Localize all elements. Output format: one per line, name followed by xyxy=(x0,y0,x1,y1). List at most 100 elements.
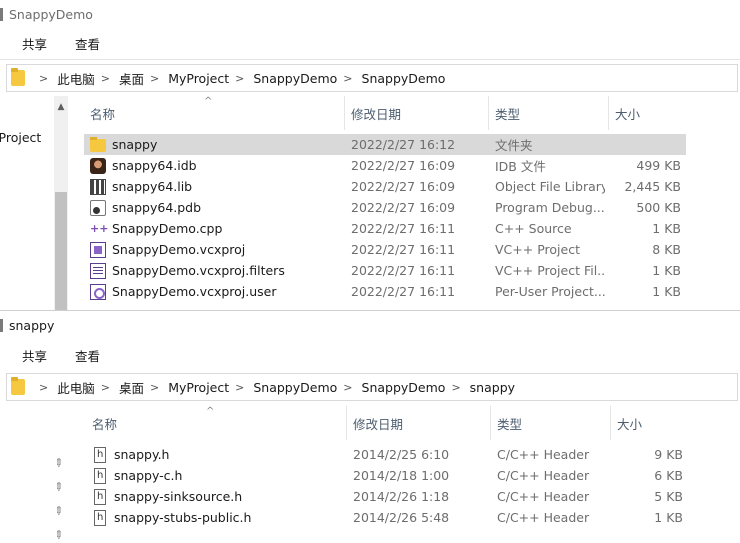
breadcrumb-item[interactable]: 此电脑 xyxy=(57,69,95,88)
breadcrumb-item[interactable]: MyProject xyxy=(168,380,229,395)
file-row[interactable]: snappy-c.h 2014/2/18 1:00 C/C++ Header 6 KB xyxy=(86,465,688,486)
file-row[interactable]: snappy.h 2014/2/25 6:10 C/C++ Header 9 KB xyxy=(86,444,688,465)
file-name: snappy-c.h xyxy=(114,468,183,483)
lib-file-icon xyxy=(90,178,106,195)
breadcrumb-item[interactable]: snappy xyxy=(470,380,515,395)
cpp-file-icon: ++ xyxy=(90,221,109,235)
file-name: snappy64.pdb xyxy=(112,200,202,215)
file-row[interactable]: SnappyDemo.vcxproj 2022/2/27 16:11 VC++ Pr… xyxy=(84,239,686,260)
ribbon-tab-share[interactable]: 共享 xyxy=(22,346,47,365)
file-row[interactable]: SnappyDemo.vcxproj.filters 2022/2/27 16:1… xyxy=(84,260,686,281)
file-date: 2014/2/18 1:00 xyxy=(353,468,450,483)
nav-scrollbar[interactable]: ▲ xyxy=(54,96,68,310)
file-row[interactable]: ++ SnappyDemo.cpp 2022/2/27 16:11 C++ Sourc… xyxy=(84,218,686,239)
file-size: 2,445 KB xyxy=(624,179,681,194)
column-size[interactable]: 大小 xyxy=(609,96,740,130)
ribbon-tab-share[interactable]: 共享 xyxy=(22,34,47,53)
file-name: snappy-sinksource.h xyxy=(114,489,243,504)
column-name-label: 名称 xyxy=(92,416,118,432)
column-date[interactable]: 修改日期 xyxy=(347,406,491,440)
file-type: C/C++ Header xyxy=(497,510,590,525)
pin-icon[interactable]: ✎ xyxy=(51,503,67,519)
chevron-right-icon[interactable]: > xyxy=(39,72,48,85)
file-date: 2022/2/27 16:11 xyxy=(351,263,456,278)
file-size: 1 KB xyxy=(652,221,681,236)
file-row[interactable]: snappy-sinksource.h 2014/2/26 1:18 C/C++ H… xyxy=(86,486,688,507)
column-name[interactable]: ^ 名称 xyxy=(86,406,347,440)
file-row[interactable]: snappy64.idb 2022/2/27 16:09 IDB 文件 499 KB xyxy=(84,155,686,176)
breadcrumb-item[interactable]: SnappyDemo xyxy=(362,71,446,86)
idb-file-icon xyxy=(90,157,106,174)
window-title: snappy xyxy=(9,317,55,333)
sort-up-icon: ^ xyxy=(204,96,213,107)
column-size-label: 大小 xyxy=(617,416,643,432)
breadcrumb-item[interactable]: SnappyDemo xyxy=(253,71,337,86)
pdb-file-icon xyxy=(90,199,106,216)
file-row[interactable]: snappy-stubs-public.h 2014/2/26 5:48 C/C++… xyxy=(86,507,688,528)
scroll-up-arrow-icon[interactable]: ▲ xyxy=(54,102,68,112)
scroll-thumb[interactable] xyxy=(55,192,67,310)
header-file-icon xyxy=(94,488,106,505)
header-file-icon xyxy=(94,467,106,484)
file-name: snappy.h xyxy=(114,447,170,462)
breadcrumb-item[interactable]: 此电脑 xyxy=(57,378,95,397)
chevron-right-icon[interactable]: > xyxy=(150,381,159,394)
chevron-right-icon[interactable]: > xyxy=(150,72,159,85)
file-size: 5 KB xyxy=(654,489,683,504)
pin-icon[interactable]: ✎ xyxy=(51,455,67,471)
title-bar: snappy xyxy=(0,311,740,339)
file-size: 1 KB xyxy=(654,510,683,525)
chevron-right-icon[interactable]: > xyxy=(235,72,244,85)
breadcrumb-item[interactable]: SnappyDemo xyxy=(362,380,446,395)
column-name[interactable]: ^ 名称 xyxy=(84,96,345,130)
breadcrumb-item[interactable]: MyProject xyxy=(168,71,229,86)
file-name: SnappyDemo.vcxproj.user xyxy=(112,284,277,299)
file-type: C/C++ Header xyxy=(497,489,590,504)
column-type[interactable]: 类型 xyxy=(491,406,611,440)
file-row[interactable]: snappy 2022/2/27 16:12 文件夹 xyxy=(84,134,686,155)
user-file-icon xyxy=(90,283,106,300)
breadcrumb-item[interactable]: 桌面 xyxy=(119,69,144,88)
column-header: ^ 名称 修改日期 类型 大小 xyxy=(84,96,740,130)
chevron-right-icon[interactable]: > xyxy=(101,72,110,85)
file-date: 2022/2/27 16:11 xyxy=(351,221,456,236)
address-bar[interactable]: > 此电脑 > 桌面 > MyProject > SnappyDemo > Sn… xyxy=(6,64,738,92)
chevron-right-icon[interactable]: > xyxy=(235,381,244,394)
breadcrumb-item[interactable]: SnappyDemo xyxy=(253,380,337,395)
file-row[interactable]: SnappyDemo.vcxproj.user 2022/2/27 16:11 Pe… xyxy=(84,281,686,302)
address-bar[interactable]: > 此电脑 > 桌面 > MyProject > SnappyDemo > Sn… xyxy=(6,373,738,401)
file-size: 1 KB xyxy=(652,263,681,278)
pin-icon[interactable]: ✎ xyxy=(51,479,67,495)
window-title: SnappyDemo xyxy=(9,6,93,22)
column-size[interactable]: 大小 xyxy=(611,406,740,440)
file-type: Per-User Project... xyxy=(495,284,605,299)
nav-item-project[interactable]: zProject xyxy=(0,130,41,145)
chevron-right-icon[interactable]: > xyxy=(343,381,352,394)
column-date[interactable]: 修改日期 xyxy=(345,96,489,130)
chevron-right-icon[interactable]: > xyxy=(101,381,110,394)
file-date: 2022/2/27 16:12 xyxy=(351,137,456,152)
breadcrumb-item[interactable]: 桌面 xyxy=(119,378,144,397)
app-icon xyxy=(0,7,3,21)
file-type: 文件夹 xyxy=(495,138,533,153)
column-date-label: 修改日期 xyxy=(351,106,402,122)
file-row[interactable]: snappy64.lib 2022/2/27 16:09 Object File L… xyxy=(84,176,686,197)
file-type: C++ Source xyxy=(495,221,572,236)
ribbon: 共享 查看 xyxy=(0,339,740,371)
column-date-label: 修改日期 xyxy=(353,416,404,432)
sort-up-icon: ^ xyxy=(206,406,215,417)
app-icon xyxy=(0,318,3,332)
file-type: VC++ Project xyxy=(495,242,580,257)
filters-file-icon xyxy=(90,262,106,279)
pin-icon[interactable]: ✎ xyxy=(51,527,67,543)
file-date: 2022/2/27 16:09 xyxy=(351,179,456,194)
file-row[interactable]: snappy64.pdb 2022/2/27 16:09 Program Debug… xyxy=(84,197,686,218)
file-date: 2014/2/25 6:10 xyxy=(353,447,450,462)
column-type[interactable]: 类型 xyxy=(489,96,609,130)
file-type: IDB 文件 xyxy=(495,159,546,174)
ribbon-tab-view[interactable]: 查看 xyxy=(75,34,100,53)
chevron-right-icon[interactable]: > xyxy=(451,381,460,394)
chevron-right-icon[interactable]: > xyxy=(39,381,48,394)
ribbon-tab-view[interactable]: 查看 xyxy=(75,346,100,365)
chevron-right-icon[interactable]: > xyxy=(343,72,352,85)
